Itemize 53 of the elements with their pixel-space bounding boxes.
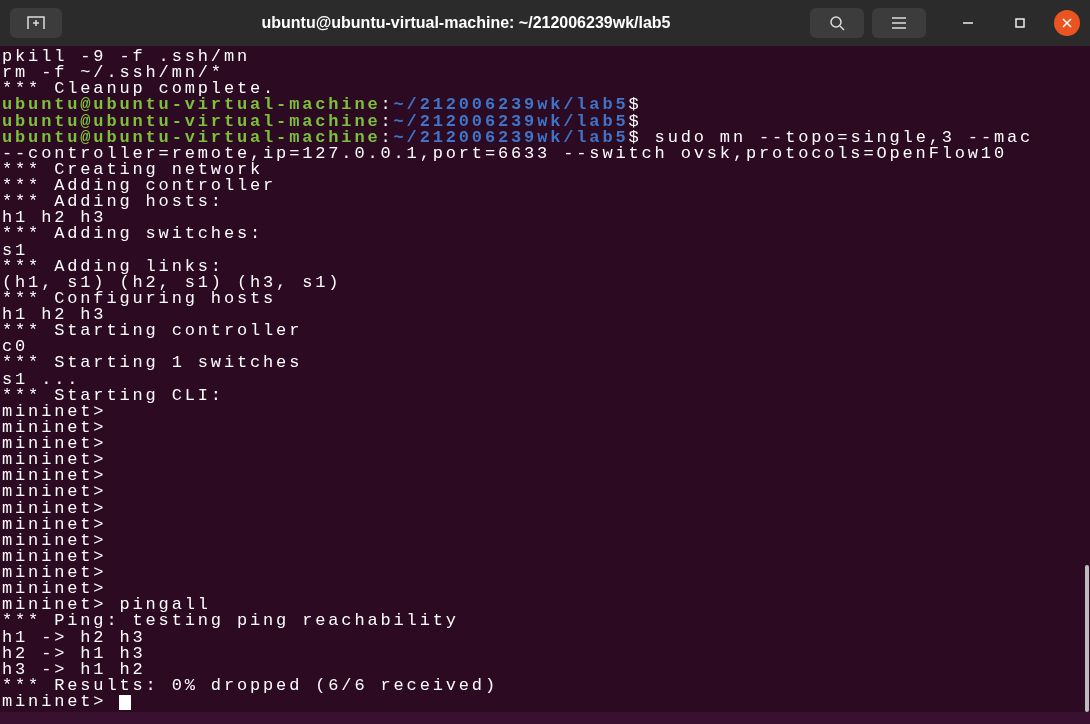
terminal-line: mininet> — [2, 532, 107, 549]
terminal-line: *** Adding controller — [2, 178, 277, 195]
terminal-line: *** Cleanup complete. — [2, 81, 277, 98]
terminal-line: mininet> — [2, 500, 107, 517]
terminal-line: mininet> — [2, 581, 107, 598]
search-button[interactable] — [810, 8, 864, 38]
terminal-line: mininet> — [2, 484, 107, 501]
terminal-line: *** Adding hosts: — [2, 194, 224, 211]
terminal-line: ubuntu@ubuntu-virtual-machine:~/212006239wk/lab5$ sudo mn --topo=single,3 --mac — [2, 129, 1034, 146]
terminal-line: *** Starting controller — [2, 323, 303, 340]
menu-button[interactable] — [872, 8, 926, 38]
terminal-line: h3 -> h1 h2 — [2, 661, 146, 678]
terminal-line: c0 — [2, 339, 29, 356]
terminal-line: mininet> pingall — [2, 597, 211, 614]
terminal-line: *** Starting CLI: — [2, 387, 224, 404]
terminal-line: ubuntu@ubuntu-virtual-machine:~/212006239wk/lab5$ — [2, 97, 642, 114]
minimize-icon — [963, 22, 973, 24]
terminal-line: h2 -> h1 h3 — [2, 645, 146, 662]
terminal-line: s1 — [2, 242, 29, 259]
terminal-line: mininet> — [2, 452, 107, 469]
terminal-line: *** Adding links: — [2, 258, 224, 275]
search-icon — [829, 15, 845, 31]
terminal-line: --controller=remote,ip=127.0.0.1,port=6633 --switch ovsk,protocols=OpenFlow10 — [2, 145, 1007, 162]
terminal-line: mininet> — [2, 436, 107, 453]
terminal-line: *** Ping: testing ping reachability — [2, 613, 459, 630]
window-title: ubuntu@ubuntu-virtual-machine: ~/212006239wk/lab5 — [261, 13, 671, 33]
terminal-line: *** Creating network — [2, 161, 264, 178]
terminal-line: *** Starting 1 switches — [2, 355, 303, 372]
terminal-line: ubuntu@ubuntu-virtual-machine:~/212006239wk/lab5$ — [2, 113, 642, 130]
terminal-line: h1 h2 h3 — [2, 307, 107, 324]
terminal-line: mininet> — [2, 548, 107, 565]
scrollbar-thumb[interactable] — [1085, 565, 1089, 712]
terminal-line: *** Configuring hosts — [2, 290, 277, 307]
terminal-line: mininet> — [2, 565, 107, 582]
new-tab-button[interactable] — [10, 8, 62, 38]
terminal-line: h1 h2 h3 — [2, 210, 107, 227]
terminal-line: s1 ... — [2, 371, 81, 388]
terminal-line: mininet> — [2, 694, 108, 711]
terminal-line: rm -f ~/.ssh/mn/* — [2, 65, 224, 82]
terminal-line: *** Adding switches: — [2, 226, 264, 243]
close-icon — [1062, 18, 1072, 28]
terminal-line: mininet> — [2, 516, 107, 533]
terminal-line: pkill -9 -f .ssh/mn — [2, 49, 250, 66]
terminal-line: *** Results: 0% dropped (6/6 received) — [2, 677, 498, 694]
terminal-line: (h1, s1) (h2, s1) (h3, s1) — [2, 274, 342, 291]
new-tab-icon — [27, 16, 45, 30]
maximize-icon — [1015, 18, 1025, 28]
terminal-line: h1 -> h2 h3 — [2, 629, 146, 646]
close-button[interactable] — [1054, 10, 1080, 36]
menu-icon — [891, 17, 907, 29]
terminal-line: mininet> — [2, 419, 107, 436]
terminal-line: mininet> — [2, 468, 107, 485]
terminal-line: mininet> — [2, 403, 107, 420]
